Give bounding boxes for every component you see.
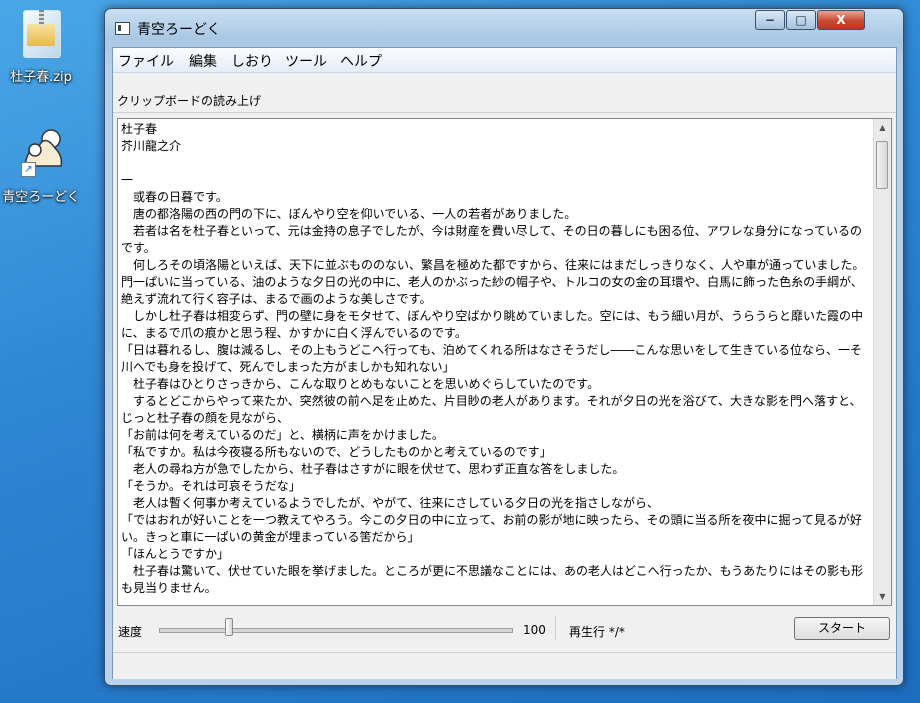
scrollbar-thumb[interactable] — [876, 141, 888, 189]
scroll-down-icon[interactable]: ▼ — [874, 588, 891, 605]
client-area: ファイル 編集 しおり ツール ヘルプ クリップボードの読み上げ 杜子春 芥川龍… — [112, 47, 897, 679]
desktop-icon-label: 青空ろーどく — [2, 190, 80, 205]
minimize-button[interactable]: − — [755, 10, 785, 30]
menu-help[interactable]: ヘルプ — [340, 51, 382, 71]
app-shortcut-icon: ↗ — [15, 124, 67, 182]
title-bar[interactable]: 青空ろーどく − □ X — [105, 9, 903, 47]
desktop-icon-app[interactable]: ↗ 青空ろーどく — [0, 124, 89, 205]
close-icon: X — [836, 13, 846, 27]
app-icon — [115, 22, 130, 35]
speed-slider-track[interactable] — [159, 628, 513, 633]
vertical-scrollbar[interactable]: ▲ ▼ — [873, 119, 891, 605]
close-button[interactable]: X — [817, 10, 865, 30]
maximize-icon: □ — [795, 13, 807, 27]
desktop: 杜子春.zip ↗ 青空ろーどく 青空ろーどく − □ X ファイル 編集 しお… — [0, 0, 920, 703]
text-content[interactable]: 杜子春 芥川龍之介 一 或春の日暮です。 唐の都洛陽の西の門の下に、ぼんやり空を… — [121, 121, 866, 597]
mode-label: クリップボードの読み上げ — [117, 94, 262, 108]
speed-label: 速度 — [118, 625, 143, 639]
menu-bookmark[interactable]: しおり — [231, 51, 273, 71]
speed-value: 100 — [523, 623, 546, 637]
status-bar — [113, 652, 896, 679]
shortcut-arrow-icon: ↗ — [21, 162, 36, 177]
desktop-icon-label: 杜子春.zip — [10, 70, 72, 85]
app-window: 青空ろーどく − □ X ファイル 編集 しおり ツール ヘルプ クリップボード… — [104, 8, 904, 686]
menu-edit[interactable]: 編集 — [189, 51, 217, 71]
zip-archive-icon — [15, 4, 67, 62]
divider — [555, 616, 556, 640]
desktop-icon-zip[interactable]: 杜子春.zip — [0, 4, 89, 85]
maximize-button[interactable]: □ — [786, 10, 816, 30]
divider — [113, 112, 896, 113]
speed-slider-thumb[interactable] — [225, 618, 234, 636]
text-area[interactable]: 杜子春 芥川龍之介 一 或春の日暮です。 唐の都洛陽の西の門の下に、ぼんやり空を… — [117, 118, 892, 606]
start-button[interactable]: スタート — [794, 617, 890, 640]
minimize-icon: − — [764, 13, 776, 27]
menu-file[interactable]: ファイル — [118, 51, 174, 71]
menu-bar: ファイル 編集 しおり ツール ヘルプ — [113, 48, 896, 73]
menu-tools[interactable]: ツール — [285, 51, 327, 71]
window-title: 青空ろーどく — [137, 22, 221, 38]
playback-status: 再生行 */* — [569, 625, 625, 639]
scroll-up-icon[interactable]: ▲ — [874, 119, 891, 136]
